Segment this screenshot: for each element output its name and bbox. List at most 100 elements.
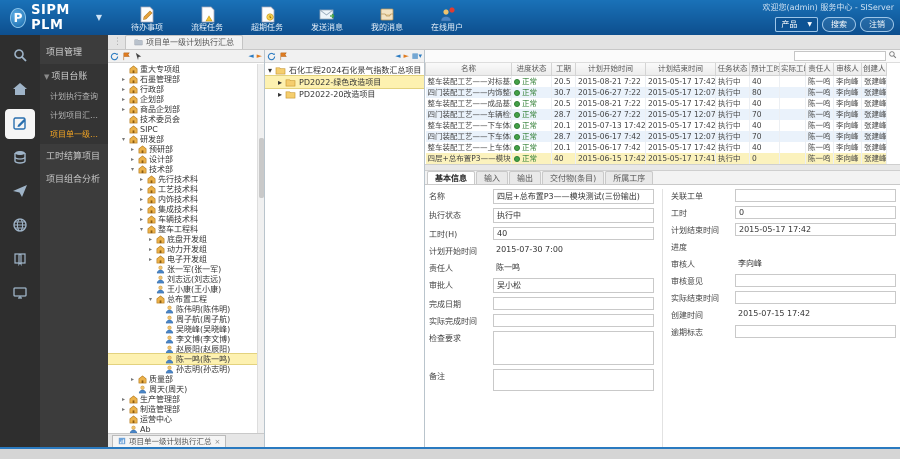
footer-tab[interactable]: 项目单一级计划执行汇总 × xyxy=(112,435,226,447)
task-row[interactable]: 四层+总布置P3——模块测试正常402015-06-15 17:422015-0… xyxy=(426,153,887,164)
sidebar-item-2[interactable]: 计划执行查询 xyxy=(40,87,108,106)
org-tree-node[interactable]: ▸质量部 xyxy=(108,374,264,384)
filter-flag-button[interactable] xyxy=(122,52,131,61)
todo-tasks-button[interactable]: 待办事项 xyxy=(120,1,174,34)
rail-globe-button[interactable] xyxy=(5,211,35,241)
org-tree-node[interactable]: ▾整车工程科 xyxy=(108,224,264,234)
field-value[interactable]: 0 xyxy=(735,206,896,219)
org-tree-node[interactable]: 重大专项组 xyxy=(108,64,264,74)
expand-toggle-icon[interactable]: ▾ xyxy=(138,226,145,233)
form-tab-4[interactable]: 所属工序 xyxy=(605,171,653,184)
column-header[interactable]: 计划结束时间 xyxy=(646,63,716,75)
form-tab-1[interactable]: 输入 xyxy=(476,171,508,184)
app-logo[interactable]: P SIPM PLM ▼ xyxy=(0,3,112,33)
field-value[interactable] xyxy=(735,240,896,253)
field-value[interactable]: 2015-07-15 17:42 xyxy=(735,308,896,321)
rail-monitor-button[interactable] xyxy=(5,279,35,309)
online-users-button[interactable]: 在线用户 xyxy=(420,1,474,34)
org-tree-node[interactable]: ▸车辆技术科 xyxy=(108,214,264,224)
send-message-button[interactable]: 发送消息 xyxy=(300,1,354,34)
close-icon[interactable]: × xyxy=(215,438,221,446)
expand-toggle-icon[interactable]: ▾ xyxy=(268,66,272,75)
rail-home-button[interactable] xyxy=(5,75,35,105)
project-tree-node[interactable]: ▸PD2022-绿色改造项目 xyxy=(265,76,424,88)
search-icon[interactable] xyxy=(888,50,897,62)
form-tab-3[interactable]: 交付物(条目) xyxy=(542,171,604,184)
org-tree-node[interactable]: ▸先行技术科 xyxy=(108,174,264,184)
org-tree-node[interactable]: ▸预研部 xyxy=(108,144,264,154)
org-tree-node[interactable]: 张一军(张一军) xyxy=(108,264,264,274)
org-tree-node[interactable]: 陈伟明(陈伟明) xyxy=(108,304,264,314)
collapse-left-icon[interactable]: ◄ xyxy=(248,52,253,60)
org-tree-node[interactable]: ▸内饰技术科 xyxy=(108,194,264,204)
org-tree-node[interactable]: ▾技术部 xyxy=(108,164,264,174)
column-header[interactable]: 计划开始时间 xyxy=(576,63,646,75)
task-row[interactable]: 整车装配工艺——成品基准分析正常20.52015-08-21 7:222015-… xyxy=(426,98,887,109)
rail-library-button[interactable] xyxy=(5,245,35,275)
field-value[interactable] xyxy=(735,189,896,202)
field-value[interactable]: 2015-05-17 17:42 xyxy=(735,223,896,236)
org-tree-node[interactable]: ▸动力开发组 xyxy=(108,244,264,254)
rail-search-button[interactable] xyxy=(5,41,35,71)
expand-toggle-icon[interactable]: ▸ xyxy=(138,186,145,193)
locate-button[interactable] xyxy=(134,52,143,61)
project-tree-node[interactable]: ▾石化工程2024石化景气指数汇总项目 xyxy=(265,64,424,76)
expand-toggle-icon[interactable]: ▸ xyxy=(120,96,127,103)
task-row[interactable]: 整车装配工艺——下车体改进正常20.12015-07-13 17:422015-… xyxy=(426,120,887,131)
chevron-down-icon[interactable]: ▼ xyxy=(96,13,102,22)
field-value[interactable] xyxy=(735,291,896,304)
rail-edit-button[interactable] xyxy=(5,109,35,139)
rail-database-button[interactable] xyxy=(5,143,35,173)
org-tree-node[interactable]: 孙志明(孙志明) xyxy=(108,364,264,374)
expand-toggle-icon[interactable]: ▸ xyxy=(120,86,127,93)
my-messages-button[interactable]: 我的消息 xyxy=(360,1,414,34)
process-tasks-button[interactable]: 流程任务 xyxy=(180,1,234,34)
expand-toggle-icon[interactable]: ▸ xyxy=(138,206,145,213)
expand-toggle-icon[interactable]: ▸ xyxy=(147,236,154,243)
rail-send-button[interactable] xyxy=(5,177,35,207)
task-row[interactable]: 四门装配工艺——车辆检测正常28.72015-06-27 7:222015-05… xyxy=(426,109,887,120)
field-value[interactable] xyxy=(493,331,654,365)
expand-toggle-icon[interactable]: ▾ xyxy=(147,296,154,303)
refresh-button[interactable] xyxy=(110,52,119,61)
sidebar-item-5[interactable]: 工时结算项目 xyxy=(40,144,108,167)
sidebar-item-4[interactable]: 项目单一级计划执行汇总 xyxy=(40,125,108,144)
org-tree-node[interactable]: ▾总布置工程 xyxy=(108,294,264,304)
column-header[interactable]: 工期 xyxy=(552,63,576,75)
expand-toggle-icon[interactable]: ▸ xyxy=(129,376,136,383)
field-value[interactable]: 李向峰 xyxy=(735,257,896,270)
expand-toggle-icon[interactable]: ▸ xyxy=(278,90,282,99)
org-tree-node[interactable]: 周子航(周子航) xyxy=(108,314,264,324)
org-tree-node[interactable]: ▸电子开发组 xyxy=(108,254,264,264)
field-value[interactable] xyxy=(735,325,896,338)
org-tree-node[interactable]: 周天(周天) xyxy=(108,384,264,394)
org-tree-node[interactable]: 吴晓峰(吴晓峰) xyxy=(108,324,264,334)
product-dropdown[interactable]: 产品▼ xyxy=(775,17,818,32)
project-tree-node[interactable]: ▸PD2022-20改造项目 xyxy=(265,88,424,100)
org-tree-node[interactable]: 技术委员会 xyxy=(108,114,264,124)
sidebar-item-3[interactable]: 计划项目汇总查询 xyxy=(40,106,108,125)
column-header[interactable]: 任务状态 xyxy=(716,63,750,75)
expand-right-icon[interactable]: ► xyxy=(257,52,262,60)
org-tree-node[interactable]: 运营中心 xyxy=(108,414,264,424)
sidebar-item-1[interactable]: ▼项目台账 xyxy=(40,64,108,87)
expand-toggle-icon[interactable]: ▸ xyxy=(147,246,154,253)
expand-toggle-icon[interactable]: ▸ xyxy=(147,256,154,263)
org-tree-node[interactable]: ▸工艺技术科 xyxy=(108,184,264,194)
org-tree-node[interactable]: 李文博(李文博) xyxy=(108,334,264,344)
expand-toggle-icon[interactable]: ▸ xyxy=(138,176,145,183)
field-value[interactable]: 40 xyxy=(493,227,654,240)
sidebar-item-6[interactable]: 项目组合分析 xyxy=(40,167,108,190)
field-value[interactable]: 2015-07-30 7:00 xyxy=(493,244,654,257)
expand-toggle-icon[interactable]: ▸ xyxy=(129,146,136,153)
column-header[interactable]: 创建人 xyxy=(862,63,887,75)
field-value[interactable] xyxy=(493,314,654,327)
org-tree-node[interactable]: Ab xyxy=(108,424,264,433)
active-document-tab[interactable]: 项目单一级计划执行汇总 xyxy=(125,35,243,49)
logout-button[interactable]: 注销 xyxy=(860,17,894,32)
org-tree-node[interactable]: ▾研发部 xyxy=(108,134,264,144)
filter-flag-button[interactable] xyxy=(279,52,288,61)
collapse-left-icon[interactable]: ◄ xyxy=(395,52,400,60)
expand-toggle-icon[interactable]: ▾ xyxy=(129,166,136,173)
org-tree-node[interactable]: ▸设计部 xyxy=(108,154,264,164)
